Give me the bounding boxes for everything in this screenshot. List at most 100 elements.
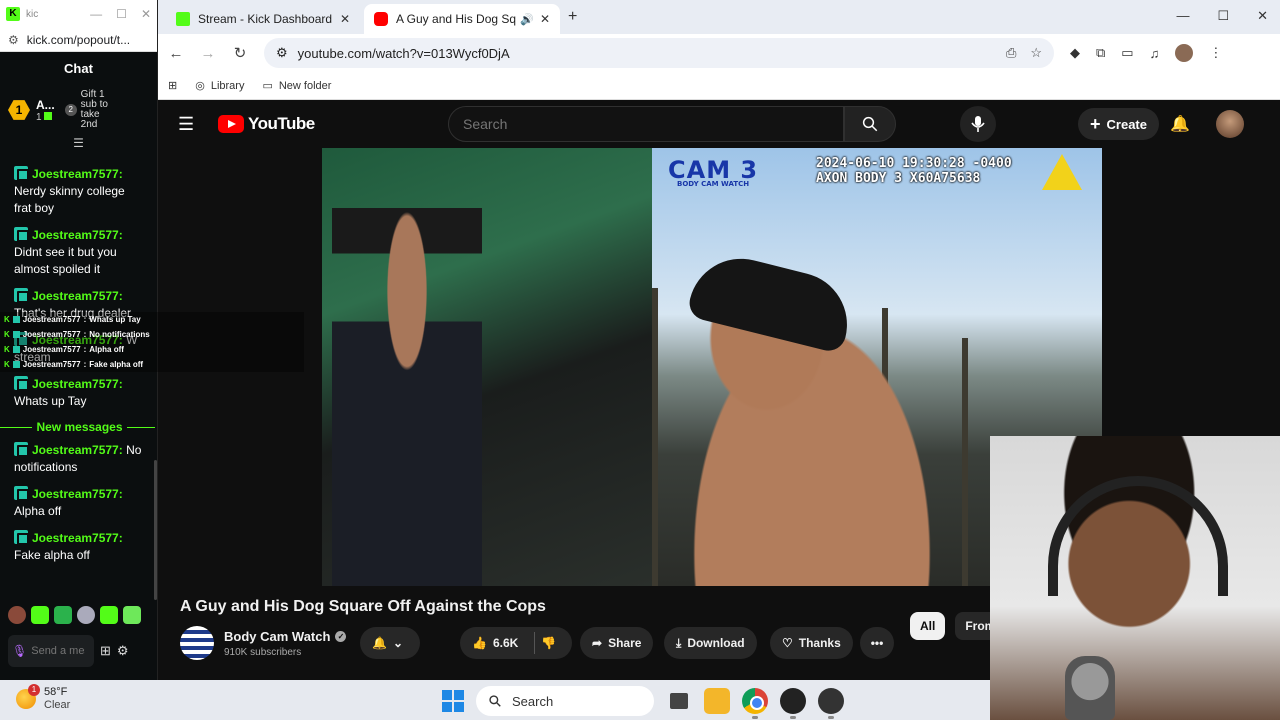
site-settings-icon[interactable]: ⚙	[8, 33, 19, 47]
thumbs-down-icon[interactable]: 👎	[541, 636, 556, 650]
chat-username[interactable]: Joestream7577:	[32, 377, 123, 391]
search-input[interactable]	[448, 106, 844, 142]
chat-username[interactable]: Joestream7577:	[32, 289, 123, 303]
share-button[interactable]: ➦ Share	[580, 627, 654, 659]
chat-input-box[interactable]: 🎙	[8, 635, 94, 667]
more-dots-icon: •••	[870, 636, 884, 650]
media-control-icon[interactable]: ♫	[1150, 46, 1160, 61]
thumbs-up-icon[interactable]: 👍	[472, 636, 487, 650]
emote-icon[interactable]	[77, 606, 95, 624]
gift-icon[interactable]: ⊞	[100, 643, 111, 659]
minimize-icon[interactable]: —	[90, 7, 102, 21]
tab-title: A Guy and His Dog Square	[396, 12, 517, 26]
bookmark-library[interactable]: ◎ Library	[195, 79, 245, 93]
capture-app-icon[interactable]	[818, 688, 844, 719]
emote-icon[interactable]	[54, 606, 72, 624]
overlay-user: Joestream7577	[22, 330, 81, 339]
new-messages-divider[interactable]: New messages	[0, 420, 155, 434]
speaker-icon[interactable]: 🔊	[520, 13, 534, 26]
gift-leaderboard[interactable]: 1 A... 1 2 Gift 1 sub to take 2nd	[0, 84, 157, 136]
create-button[interactable]: + Create	[1078, 108, 1159, 140]
user-badge-icon	[14, 442, 29, 457]
voice-search-button[interactable]	[960, 106, 996, 142]
share-label: Share	[608, 636, 642, 650]
profile-avatar[interactable]	[1175, 44, 1194, 62]
like-dislike-button[interactable]: 👍 6.6K 👎	[460, 627, 572, 659]
taskbar-search[interactable]: Search	[476, 686, 654, 716]
youtube-favicon-icon	[374, 12, 388, 26]
chrome-icon[interactable]	[742, 688, 768, 719]
emote-icon[interactable]	[100, 606, 118, 624]
weather-widget[interactable]: 1 58°F Clear	[16, 684, 70, 712]
bookmark-star-icon[interactable]: ☆	[1030, 45, 1042, 61]
search-button[interactable]	[844, 106, 896, 142]
windows-start-icon[interactable]	[442, 690, 464, 712]
pinned-chevron-icon[interactable]: ☰	[0, 136, 157, 150]
chat-username[interactable]: Joestream7577:	[32, 531, 123, 545]
chat-scrollbar[interactable]	[154, 460, 157, 600]
emote-icon[interactable]	[31, 606, 49, 624]
youtube-logo[interactable]: YouTube	[218, 114, 315, 134]
forward-arrow-icon[interactable]: →	[200, 45, 216, 62]
video-title: A Guy and His Dog Square Off Against the…	[180, 598, 546, 615]
cast-icon[interactable]: ▭	[1121, 45, 1133, 61]
apps-grid-icon[interactable]: ⊞	[168, 79, 177, 92]
more-actions-button[interactable]: •••	[860, 627, 894, 659]
channel-name[interactable]: Body Cam Watch	[224, 629, 330, 644]
extensions-puzzle-icon[interactable]: ⧉	[1096, 45, 1105, 61]
url-text[interactable]: youtube.com/watch?v=013Wycf0DjA	[298, 46, 510, 61]
chat-username[interactable]: Joestream7577:	[32, 487, 123, 501]
chat-message-input[interactable]	[31, 645, 86, 657]
maximize-icon[interactable]: ☐	[1217, 8, 1229, 24]
account-avatar[interactable]	[1216, 110, 1244, 138]
file-explorer-icon[interactable]	[704, 688, 730, 714]
gift-prompt: Gift 1 sub to take 2nd	[80, 89, 108, 130]
obs-icon[interactable]	[780, 688, 806, 719]
site-info-icon[interactable]: ⚙	[276, 45, 288, 61]
search-icon	[489, 695, 501, 707]
video-player[interactable]: CAM 3 BODY CAM WATCH 2024-06-10 19:30:28…	[322, 148, 1102, 586]
close-icon[interactable]: ✕	[141, 7, 151, 21]
windows-taskbar: 1 58°F Clear Search	[0, 680, 990, 720]
omnibox[interactable]: ⚙ youtube.com/watch?v=013Wycf0DjA ⎙ ☆	[264, 38, 1054, 68]
menu-dots-icon[interactable]: ⋮	[1209, 45, 1222, 61]
user-badge-icon	[14, 288, 29, 303]
close-icon[interactable]: ✕	[1257, 8, 1268, 24]
tab-kick-dashboard[interactable]: Stream - Kick Dashboard ✕	[166, 4, 360, 34]
channel-avatar[interactable]	[180, 626, 214, 660]
chat-username[interactable]: Joestream7577:	[32, 443, 123, 457]
thanks-button[interactable]: ♡ Thanks	[770, 627, 853, 659]
download-button[interactable]: ⤓ Download	[664, 627, 757, 659]
task-view-icon[interactable]	[670, 693, 688, 709]
back-arrow-icon[interactable]: ←	[168, 45, 184, 62]
thanks-label: Thanks	[798, 636, 841, 650]
minimize-icon[interactable]: —	[1176, 8, 1189, 24]
new-tab-plus-icon[interactable]: +	[568, 8, 577, 26]
close-tab-icon[interactable]: ✕	[340, 12, 350, 26]
channel-name-row[interactable]: Body Cam Watch ✓	[224, 629, 347, 644]
close-tab-icon[interactable]: ✕	[540, 12, 550, 26]
mic-icon[interactable]: 🎙	[12, 644, 27, 658]
extension-icon[interactable]: ◆	[1070, 45, 1080, 61]
bookmark-new-folder[interactable]: ▭ New folder	[262, 79, 331, 93]
settings-gear-icon[interactable]: ⚙	[117, 643, 129, 659]
kick-url-bar[interactable]: ⚙ kick.com/popout/t...	[0, 28, 157, 52]
maximize-icon[interactable]: ☐	[116, 7, 127, 21]
install-app-icon[interactable]: ⎙	[1006, 45, 1016, 61]
bookmark-label: Library	[210, 79, 245, 92]
emote-icon[interactable]	[123, 606, 141, 624]
microphone-icon	[971, 116, 985, 132]
emote-icon[interactable]	[8, 606, 26, 624]
overlay-line: K Joestream7577 : No notifications	[4, 330, 150, 339]
hamburger-menu-icon[interactable]: ☰	[178, 114, 202, 135]
notifications-bell-icon[interactable]: 🔔	[1170, 114, 1190, 134]
video-frame-palm	[652, 288, 658, 586]
weather-temp: 58°F	[44, 686, 68, 698]
chat-username[interactable]: Joestream7577:	[32, 228, 123, 242]
tab-youtube-video[interactable]: A Guy and His Dog Square 🔊 ✕	[364, 4, 560, 34]
subscription-bell-button[interactable]: 🔔 ⌄	[360, 627, 420, 659]
video-frame-palm	[962, 338, 968, 586]
chat-username[interactable]: Joestream7577:	[32, 167, 123, 181]
reload-icon[interactable]: ↻	[232, 44, 248, 62]
chip-all[interactable]: All	[910, 612, 946, 640]
